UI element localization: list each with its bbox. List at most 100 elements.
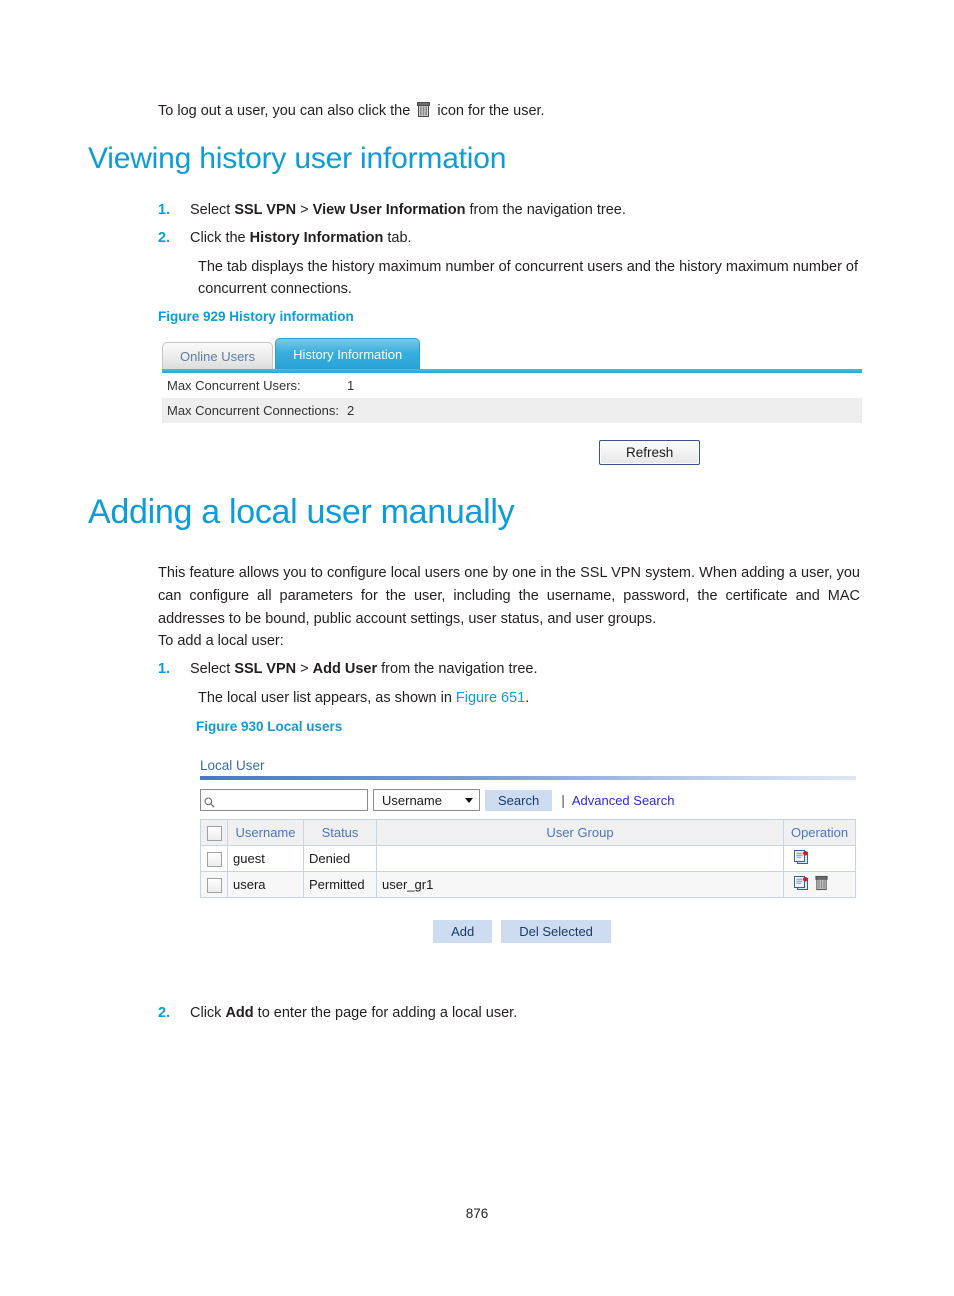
trash-icon [417, 101, 431, 122]
max-concurrent-users-label: Max Concurrent Users: [167, 378, 301, 393]
logout-note-after: icon for the user. [437, 103, 545, 119]
row-checkbox[interactable] [206, 851, 222, 867]
table-action-buttons: Add Del Selected [200, 920, 856, 943]
del-selected-button[interactable]: Del Selected [501, 920, 611, 943]
search-input[interactable] [217, 792, 361, 808]
row-checkbox-cell[interactable] [200, 845, 228, 872]
step-1-select-add-user: 1. Select SSL VPN > Add User from the na… [158, 659, 858, 681]
cell-status: Denied [303, 845, 377, 872]
column-header-select-all[interactable] [200, 819, 228, 846]
column-header-user-group[interactable]: User Group [376, 819, 784, 846]
max-concurrent-users-value: 1 [347, 378, 355, 393]
max-concurrent-connections-value: 2 [347, 403, 355, 418]
step-text-bold-1: SSL VPN [234, 661, 297, 677]
tab-strip: Online Users History Information [162, 336, 862, 369]
page-number: 876 [465, 1206, 489, 1221]
search-field-select-value: Username [382, 792, 442, 808]
row-max-concurrent-connections: Max Concurrent Connections: 2 [162, 398, 862, 423]
separator: | [561, 792, 565, 808]
column-header-status[interactable]: Status [303, 819, 377, 846]
table-row: guest Denied [200, 845, 856, 872]
step-number: 1. [158, 202, 171, 218]
step-text-bold-2: View User Information [312, 202, 466, 218]
cell-user-group: user_gr1 [376, 871, 784, 898]
refresh-button[interactable]: Refresh [599, 440, 701, 465]
step-number: 2. [158, 230, 171, 246]
delete-icon[interactable] [815, 875, 828, 894]
lead-in-text: To add a local user: [158, 633, 284, 649]
step-text-bold-1: SSL VPN [234, 202, 297, 218]
figure-929-history-information-panel: Online Users History Information Max Con… [162, 336, 862, 465]
operation-icons [789, 875, 850, 894]
add-button[interactable]: Add [433, 920, 493, 943]
select-all-checkbox[interactable] [206, 825, 222, 841]
step-number: 1. [158, 661, 171, 677]
edit-icon[interactable] [793, 875, 810, 894]
figure-651-crossref-link[interactable]: Figure 651 [456, 690, 525, 706]
step-text-post: from the navigation tree. [377, 661, 538, 677]
search-field-select[interactable]: Username [373, 789, 480, 811]
step-text-bold-2: Add User [312, 661, 378, 677]
column-header-username[interactable]: Username [227, 819, 304, 846]
max-concurrent-connections-label: Max Concurrent Connections: [167, 403, 339, 418]
logout-note: To log out a user, you can also click th… [158, 101, 858, 122]
refresh-button-row: Refresh [162, 440, 862, 465]
table-row: usera Permitted user_gr1 [200, 871, 856, 898]
step-text: Click Add to enter the page for adding a… [190, 1003, 858, 1025]
table-header-row: Username Status User Group Operation [200, 819, 856, 846]
step-text: Select SSL VPN > View User Information f… [190, 200, 858, 222]
cell-username: guest [227, 845, 304, 872]
row-checkbox-cell[interactable] [200, 871, 228, 898]
figure-930-caption: Figure 930 Local users [196, 719, 343, 734]
section-heading-viewing-history: Viewing history user information [88, 142, 507, 175]
search-bar: Username Search | Advanced Search [200, 788, 856, 812]
step-2-click-history-information-tab: 2. Click the History Information tab. [158, 228, 858, 250]
step-2-click-add: 2. Click Add to enter the page for addin… [158, 1003, 858, 1025]
column-header-operation: Operation [783, 819, 856, 846]
step-text-mid: > [296, 202, 313, 218]
step-1-note-post: . [525, 690, 530, 706]
tab-online-users[interactable]: Online Users [162, 342, 274, 369]
advanced-search-link[interactable]: Advanced Search [572, 793, 675, 808]
tab-history-information[interactable]: History Information [275, 338, 421, 369]
step-text-pre: Click [190, 1005, 226, 1021]
step-text: Click the History Information tab. [190, 228, 858, 250]
intro-paragraph: This feature allows you to configure loc… [158, 565, 860, 627]
cell-operation [783, 845, 856, 872]
tab-history-information-label: History Information [293, 347, 403, 362]
step-text: Select SSL VPN > Add User from the navig… [190, 659, 858, 681]
chevron-down-icon [465, 797, 473, 803]
row-max-concurrent-users: Max Concurrent Users: 1 [162, 373, 862, 398]
search-button[interactable]: Search [485, 789, 553, 811]
figure-929-caption: Figure 929 History information [158, 309, 354, 324]
cell-status: Permitted [303, 871, 377, 898]
step-text-post: from the navigation tree. [465, 202, 626, 218]
cell-user-group [376, 845, 784, 872]
step-text-pre: Select [190, 661, 235, 677]
step-2-note: The tab displays the history maximum num… [198, 259, 859, 298]
step-text-bold-1: Add [225, 1005, 254, 1021]
tab-online-users-label: Online Users [180, 349, 256, 364]
step-number: 2. [158, 1005, 171, 1021]
cell-username: usera [227, 871, 304, 898]
step-1-note-pre: The local user list appears, as shown in [198, 690, 456, 706]
step-1-select-view-user-information: 1. Select SSL VPN > View User Informatio… [158, 200, 858, 222]
panel-title-rule [200, 776, 856, 780]
step-text-post: to enter the page for adding a local use… [253, 1005, 518, 1021]
cell-operation [783, 871, 856, 898]
step-text-bold-1: History Information [249, 230, 384, 246]
local-users-table: Username Status User Group Operation gue… [200, 819, 856, 898]
search-input-wrapper[interactable] [200, 789, 368, 811]
magnifier-icon [204, 795, 215, 808]
step-text-pre: Select [190, 202, 235, 218]
section-heading-adding-local-user: Adding a local user manually [88, 493, 515, 531]
panel-title-local-user: Local User [200, 758, 265, 773]
row-checkbox[interactable] [206, 877, 222, 893]
logout-note-before: To log out a user, you can also click th… [158, 103, 411, 119]
step-text-post: tab. [383, 230, 412, 246]
document-page: To log out a user, you can also click th… [0, 0, 954, 1296]
edit-icon[interactable] [793, 849, 810, 868]
step-text-pre: Click the [190, 230, 250, 246]
step-text-mid: > [296, 661, 313, 677]
operation-icons [789, 849, 850, 868]
